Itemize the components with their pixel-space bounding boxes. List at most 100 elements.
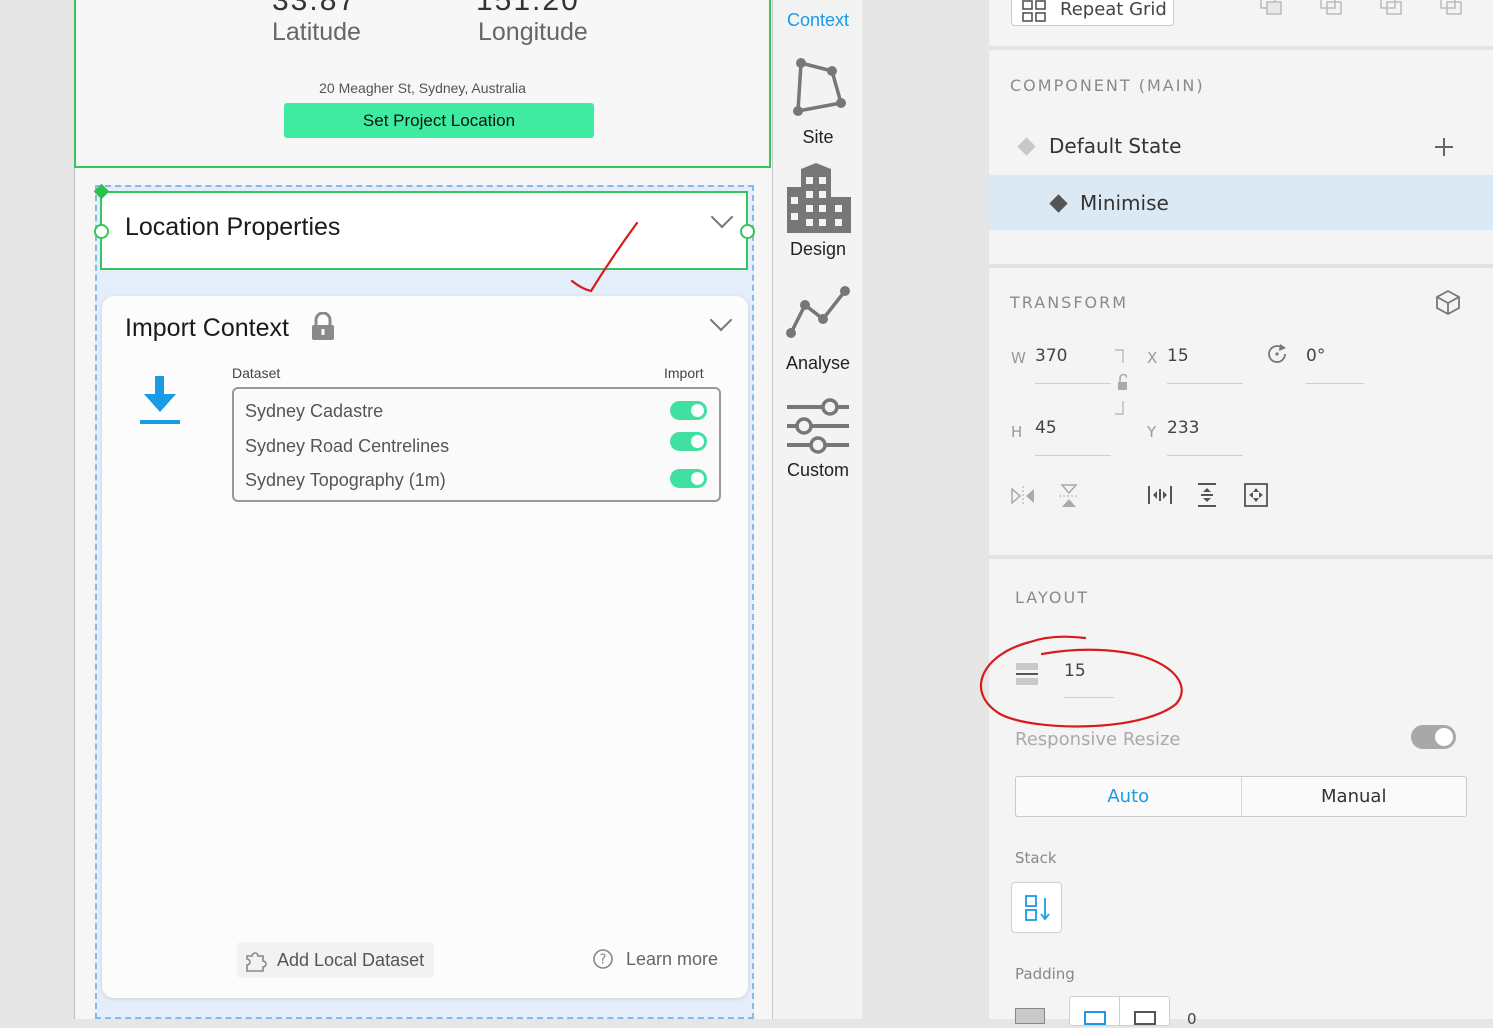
property-inspector: Repeat Grid COMPONENT (MAIN) Default Sta…	[989, 0, 1493, 1028]
padding-value[interactable]: 0	[1187, 1010, 1197, 1028]
import-toggle[interactable]	[670, 401, 707, 420]
fit-to-content-icon[interactable]	[1244, 483, 1268, 507]
state-default-label: Default State	[1049, 134, 1182, 158]
import-toggle[interactable]	[670, 432, 707, 451]
layout-section-title: LAYOUT	[1015, 588, 1089, 607]
padding-uniform-button[interactable]	[1069, 996, 1120, 1026]
resize-mode-segmented: Auto Manual	[1015, 776, 1467, 817]
add-local-dataset-label: Add Local Dataset	[277, 949, 425, 970]
component-section-title: COMPONENT (MAIN)	[1010, 76, 1205, 95]
x-input[interactable]: 15	[1167, 346, 1189, 366]
dataset-name: Sydney Cadastre	[245, 401, 384, 421]
stack-vertical-icon	[1025, 895, 1050, 921]
learn-more-link[interactable]: ? Learn more	[592, 948, 718, 970]
height-input[interactable]: 45	[1035, 418, 1057, 438]
dataset-name: Sydney Topography (1m)	[245, 470, 446, 490]
add-state-icon[interactable]	[1434, 137, 1454, 157]
rotation-input[interactable]: 0°	[1306, 346, 1325, 366]
tool-context[interactable]: Context	[773, 0, 863, 40]
annotation-checkmark-icon	[570, 221, 639, 293]
tool-design[interactable]: Design	[773, 163, 863, 263]
state-diamond-icon	[1049, 194, 1068, 213]
chevron-down-icon[interactable]	[709, 308, 733, 332]
padding-toggle[interactable]	[1015, 1008, 1045, 1024]
help-icon: ?	[593, 949, 613, 969]
puzzle-icon	[246, 952, 267, 972]
location-properties-panel[interactable]: Location Properties	[94, 191, 755, 270]
tool-site[interactable]: Site	[773, 55, 863, 150]
import-toggle[interactable]	[670, 469, 707, 488]
3d-cube-icon[interactable]	[1435, 289, 1461, 315]
tool-custom-label: Custom	[786, 460, 849, 480]
tools-sidebar: Context Site Design Analyse Custom	[772, 0, 862, 1019]
auto-option[interactable]: Auto	[1016, 777, 1242, 816]
tool-analyse[interactable]: Analyse	[773, 283, 863, 378]
width-input[interactable]: 370	[1035, 346, 1067, 366]
state-minimise-label: Minimise	[1080, 191, 1169, 215]
repeat-grid-button[interactable]: Repeat Grid	[1011, 0, 1174, 26]
padding-label: Padding	[1015, 965, 1075, 983]
section-divider	[989, 555, 1493, 559]
repeat-grid-icon	[1022, 0, 1046, 22]
project-location-card: 33.87 151.20 Latitude Longitude 20 Meagh…	[74, 0, 771, 168]
longitude-value: 151.20	[476, 0, 580, 17]
import-context-panel: Import Context Dataset Import Sydney Cad…	[102, 296, 748, 998]
padding-individual-icon	[1134, 1011, 1156, 1025]
learn-more-label: Learn more	[626, 948, 719, 969]
y-input[interactable]: 233	[1167, 418, 1199, 438]
state-minimise[interactable]: Minimise	[989, 175, 1493, 230]
boolean-add-icon[interactable]	[1259, 0, 1287, 20]
latitude-label: Latitude	[272, 18, 361, 46]
manual-option[interactable]: Manual	[1242, 777, 1467, 816]
line-chart-icon	[786, 286, 850, 338]
boolean-subtract-icon[interactable]	[1319, 0, 1347, 20]
longitude-label: Longitude	[478, 18, 588, 46]
rotate-icon	[1268, 344, 1286, 363]
chevron-down-icon[interactable]	[710, 205, 734, 229]
import-context-title: Import Context	[125, 314, 289, 342]
site-polygon-icon	[793, 58, 846, 116]
tool-site-label: Site	[802, 127, 834, 147]
flip-horizontal-icon[interactable]	[1010, 485, 1036, 507]
y-underline	[1167, 455, 1243, 456]
location-properties-title: Location Properties	[125, 213, 341, 241]
svg-text:?: ?	[600, 953, 607, 968]
resize-handle-right[interactable]	[740, 224, 755, 239]
y-label: Y	[1147, 423, 1157, 441]
set-project-location-button[interactable]: Set Project Location	[284, 103, 594, 138]
address-text: 20 Meagher St, Sydney, Australia	[319, 80, 526, 96]
height-underline	[1035, 455, 1111, 456]
dataset-name: Sydney Road Centrelines	[245, 436, 450, 456]
x-underline	[1167, 383, 1243, 384]
sliders-icon	[787, 398, 849, 454]
responsive-resize-label: Responsive Resize	[1015, 729, 1181, 750]
state-diamond-icon	[1017, 137, 1036, 156]
flip-vertical-icon[interactable]	[1058, 483, 1080, 509]
padding-uniform-icon	[1084, 1011, 1106, 1025]
latitude-value: 33.87	[272, 0, 358, 17]
rotation-underline	[1306, 383, 1364, 384]
tool-custom[interactable]: Custom	[773, 398, 863, 488]
distribute-horizontal-icon[interactable]	[1147, 484, 1173, 506]
responsive-resize-toggle[interactable]	[1411, 725, 1456, 749]
resize-handle-left[interactable]	[94, 224, 109, 239]
dataset-list: Sydney Cadastre Sydney Road Centrelines …	[232, 387, 721, 502]
distribute-vertical-icon[interactable]	[1196, 482, 1218, 508]
tool-design-label: Design	[789, 239, 847, 259]
download-icon[interactable]	[138, 372, 182, 426]
dataset-column-header: Dataset	[232, 365, 281, 381]
stack-label: Stack	[1015, 849, 1057, 867]
width-label: W	[1011, 349, 1026, 367]
lock-aspect-icon[interactable]	[1113, 349, 1127, 415]
add-local-dataset-button[interactable]: Add Local Dataset	[237, 942, 434, 978]
boolean-intersect-icon[interactable]	[1379, 0, 1407, 20]
section-divider	[989, 264, 1493, 268]
state-default[interactable]: Default State	[989, 118, 1493, 174]
height-label: H	[1011, 423, 1023, 441]
tool-context-label: Context	[786, 10, 850, 30]
tool-analyse-label: Analyse	[785, 353, 851, 373]
section-divider	[989, 46, 1493, 50]
boolean-exclude-icon[interactable]	[1439, 0, 1467, 20]
padding-individual-button[interactable]	[1119, 996, 1170, 1026]
stack-direction-button[interactable]	[1011, 882, 1062, 933]
